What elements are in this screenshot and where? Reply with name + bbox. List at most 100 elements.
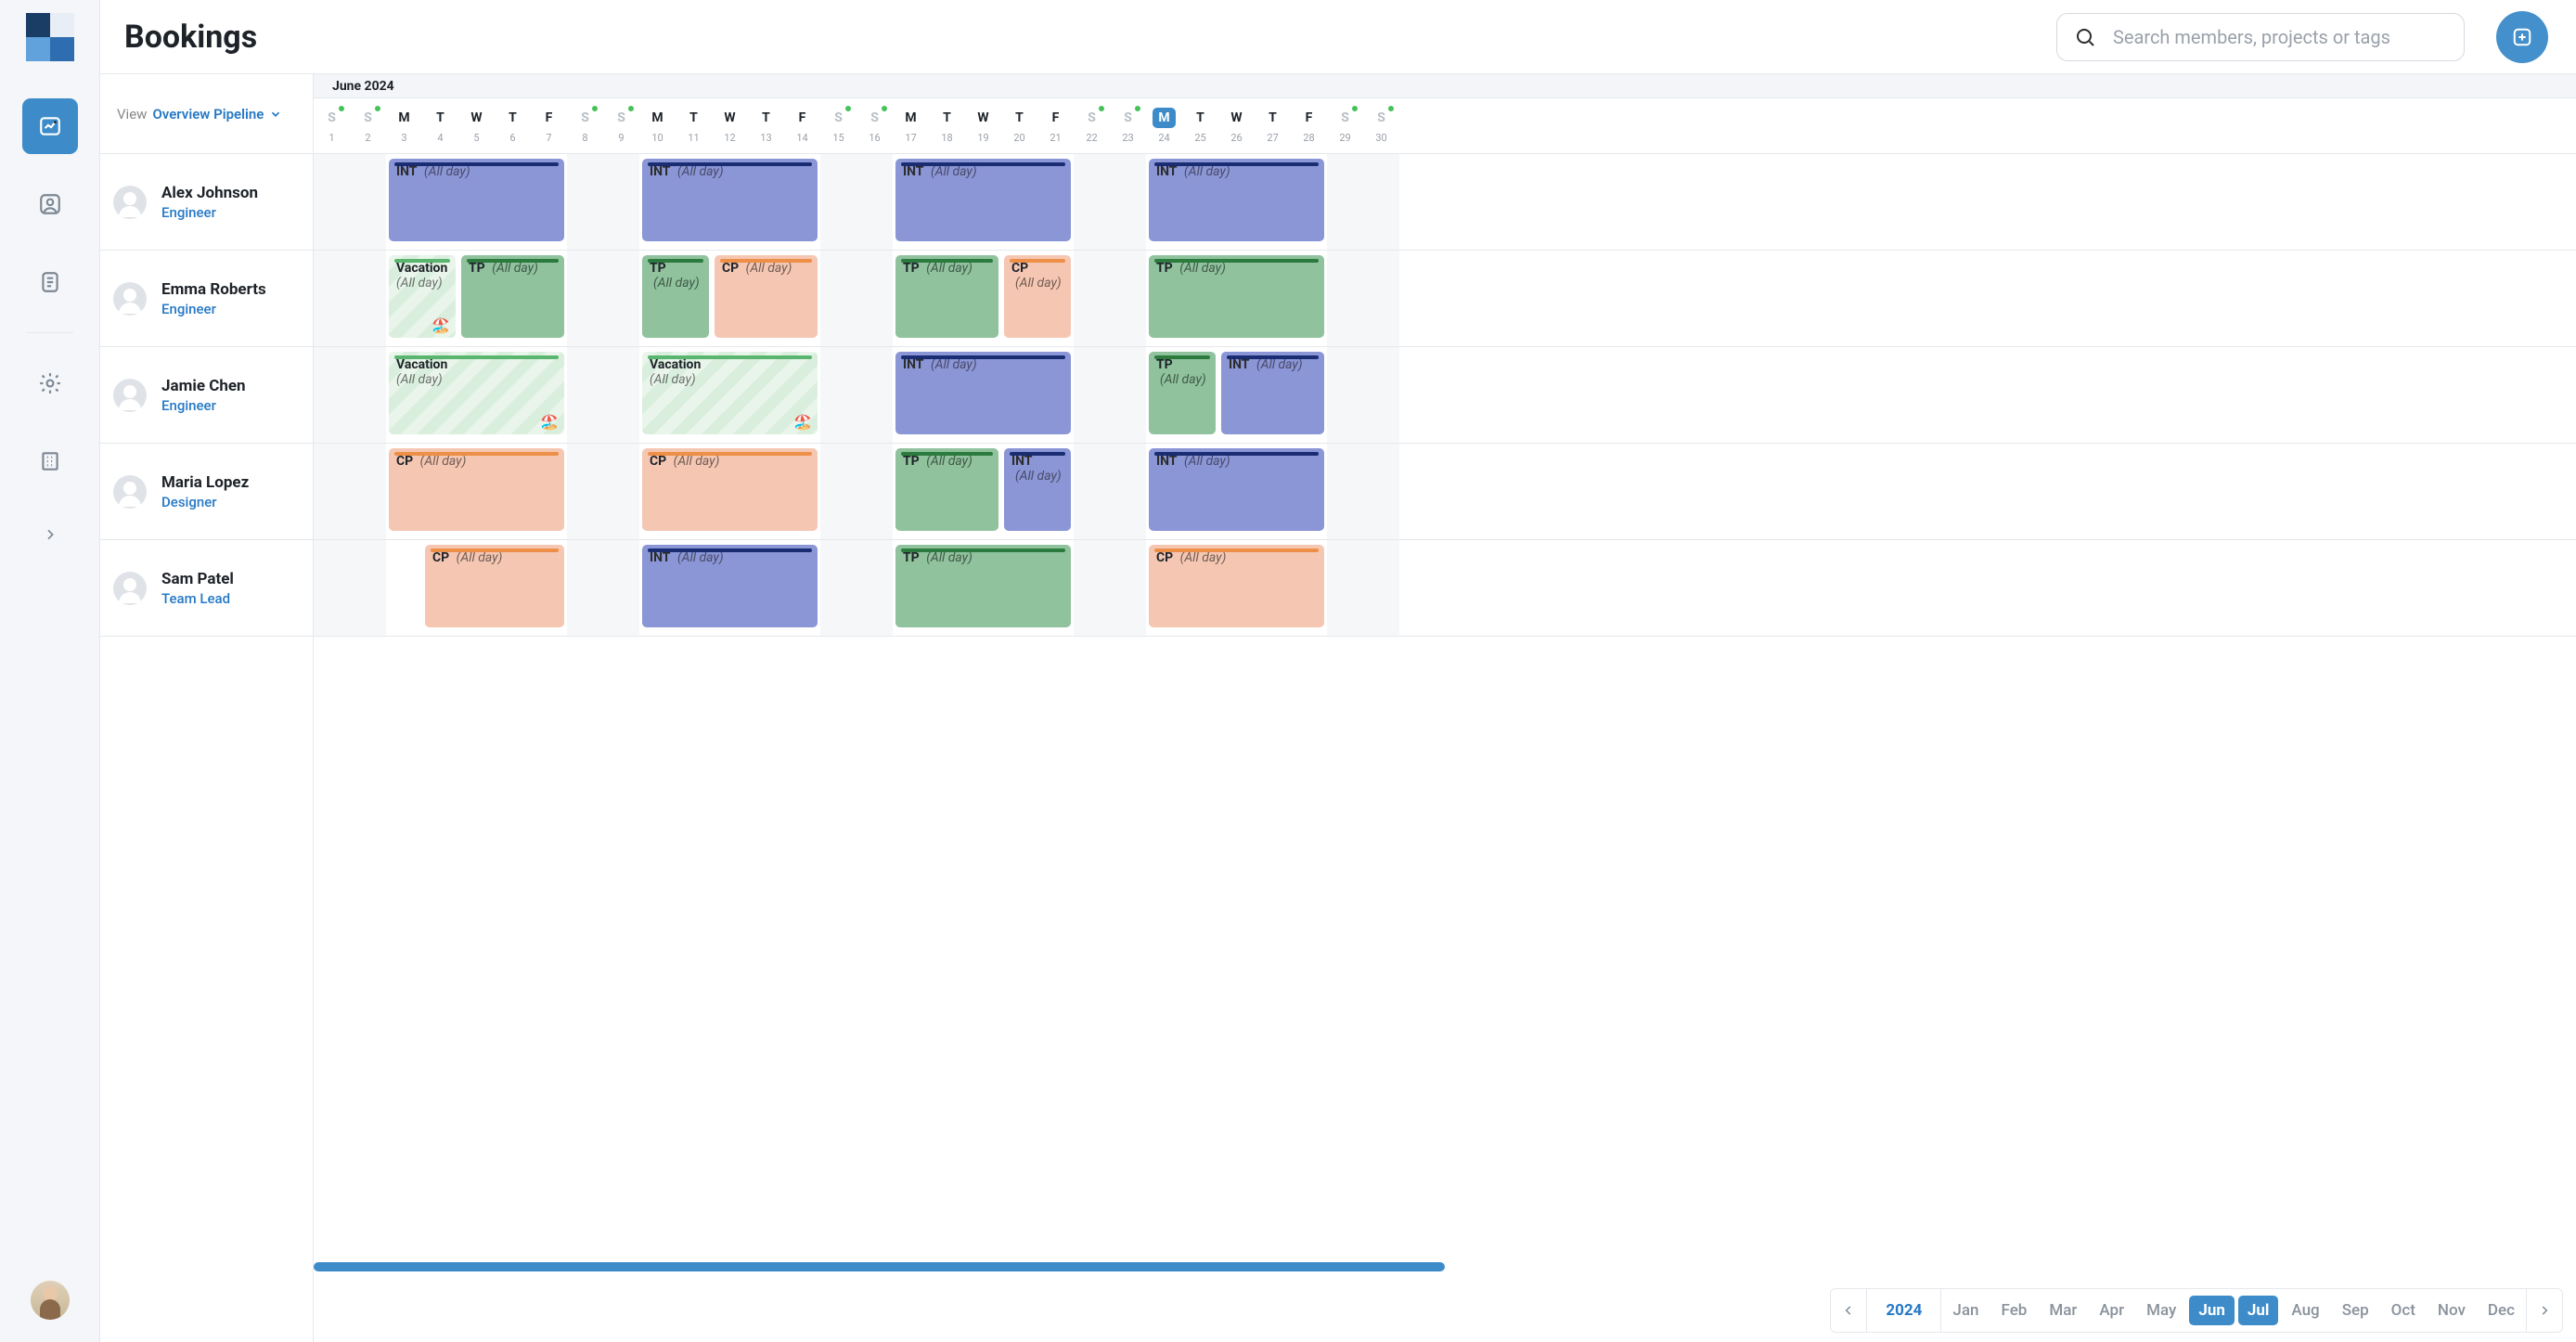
nav-people[interactable] bbox=[22, 176, 78, 232]
day-header-cell[interactable]: T6 bbox=[495, 98, 531, 153]
day-header-cell[interactable]: F21 bbox=[1037, 98, 1074, 153]
sidebar-expand[interactable] bbox=[22, 511, 78, 558]
day-header-cell[interactable]: F7 bbox=[531, 98, 567, 153]
add-button[interactable] bbox=[2496, 11, 2548, 63]
month-aug[interactable]: Aug bbox=[2282, 1296, 2328, 1325]
booking-code: INT bbox=[650, 550, 670, 565]
member-avatar bbox=[113, 572, 147, 605]
member-role: Engineer bbox=[161, 397, 246, 414]
month-mar[interactable]: Mar bbox=[2040, 1296, 2086, 1325]
booking-block[interactable]: CP (All day) bbox=[425, 545, 564, 627]
booking-duration: (All day) bbox=[926, 261, 972, 276]
day-header-cell[interactable]: M24 bbox=[1146, 98, 1182, 153]
day-header-cell[interactable]: S15 bbox=[820, 98, 857, 153]
day-header-cell[interactable]: S22 bbox=[1074, 98, 1110, 153]
day-header-cell[interactable]: M3 bbox=[386, 98, 422, 153]
month-jul[interactable]: Jul bbox=[2238, 1296, 2279, 1325]
booking-block[interactable]: TP (All day) bbox=[895, 255, 998, 338]
booking-block[interactable]: TP (All day) bbox=[895, 448, 998, 531]
booking-block[interactable]: TP(All day) bbox=[642, 255, 709, 338]
booking-block[interactable]: INT (All day) bbox=[642, 545, 818, 627]
day-header-cell[interactable]: S30 bbox=[1363, 98, 1399, 153]
search-icon bbox=[2074, 26, 2096, 48]
month-prev[interactable] bbox=[1831, 1289, 1867, 1332]
day-header-cell[interactable]: S29 bbox=[1327, 98, 1363, 153]
booking-block[interactable]: INT (All day) bbox=[895, 352, 1071, 434]
booking-block[interactable]: INT (All day) bbox=[389, 159, 564, 241]
member-row[interactable]: Alex Johnson Engineer bbox=[100, 154, 313, 251]
booking-duration: (All day) bbox=[746, 261, 792, 276]
day-header-cell[interactable]: T27 bbox=[1255, 98, 1291, 153]
booking-block[interactable]: CP(All day) bbox=[1004, 255, 1071, 338]
day-header-cell[interactable]: T25 bbox=[1182, 98, 1218, 153]
day-header-cell[interactable]: S8 bbox=[567, 98, 603, 153]
month-sep[interactable]: Sep bbox=[2333, 1296, 2378, 1325]
booking-block[interactable]: CP (All day) bbox=[715, 255, 818, 338]
day-header-cell[interactable]: T18 bbox=[929, 98, 965, 153]
year-label[interactable]: 2024 bbox=[1867, 1289, 1941, 1332]
booking-code: TP bbox=[903, 550, 920, 565]
booking-block[interactable]: INT (All day) bbox=[895, 159, 1071, 241]
booking-block[interactable]: INT (All day) bbox=[1149, 448, 1324, 531]
booking-block[interactable]: INT(All day) bbox=[1004, 448, 1071, 531]
month-nov[interactable]: Nov bbox=[2428, 1296, 2475, 1325]
day-header-cell[interactable]: T20 bbox=[1001, 98, 1037, 153]
member-role: Designer bbox=[161, 494, 249, 510]
nav-settings[interactable] bbox=[22, 355, 78, 411]
month-jun[interactable]: Jun bbox=[2189, 1296, 2235, 1325]
booking-block[interactable]: TP(All day) bbox=[1149, 352, 1216, 434]
booking-block[interactable]: CP (All day) bbox=[389, 448, 564, 531]
member-name: Emma Roberts bbox=[161, 280, 266, 299]
day-header-cell[interactable]: M17 bbox=[893, 98, 929, 153]
day-header-cell[interactable]: M10 bbox=[639, 98, 676, 153]
month-jan[interactable]: Jan bbox=[1943, 1296, 1988, 1325]
day-header-cell[interactable]: T13 bbox=[748, 98, 784, 153]
search-input[interactable] bbox=[2111, 25, 2447, 49]
booking-code: INT bbox=[1156, 454, 1177, 469]
member-row[interactable]: Maria Lopez Designer bbox=[100, 444, 313, 540]
current-user-avatar[interactable] bbox=[31, 1281, 70, 1320]
day-header-cell[interactable]: T4 bbox=[422, 98, 458, 153]
booking-block[interactable]: Vacation (All day)🏖️ bbox=[389, 352, 564, 434]
booking-block[interactable]: INT (All day) bbox=[1149, 159, 1324, 241]
day-header-cell[interactable]: W5 bbox=[458, 98, 495, 153]
booking-duration: (All day) bbox=[492, 261, 538, 276]
month-oct[interactable]: Oct bbox=[2382, 1296, 2425, 1325]
booking-block[interactable]: TP (All day) bbox=[895, 545, 1071, 627]
month-may[interactable]: May bbox=[2137, 1296, 2185, 1325]
month-dec[interactable]: Dec bbox=[2479, 1296, 2524, 1325]
day-header-cell[interactable]: W12 bbox=[712, 98, 748, 153]
booking-block[interactable]: INT (All day) bbox=[1221, 352, 1324, 434]
nav-org[interactable] bbox=[22, 433, 78, 489]
day-header-cell[interactable]: S2 bbox=[350, 98, 386, 153]
member-row[interactable]: Jamie Chen Engineer bbox=[100, 347, 313, 444]
booking-block[interactable]: Vacation (All day)🏖️ bbox=[642, 352, 818, 434]
booking-duration: (All day) bbox=[931, 357, 977, 372]
month-feb[interactable]: Feb bbox=[1992, 1296, 2037, 1325]
booking-block[interactable]: INT (All day) bbox=[642, 159, 818, 241]
vacation-icon: 🏖️ bbox=[540, 413, 559, 431]
member-row[interactable]: Sam Patel Team Lead bbox=[100, 540, 313, 637]
day-header-cell[interactable]: W19 bbox=[965, 98, 1001, 153]
booking-block[interactable]: Vacation(All day)🏖️ bbox=[389, 255, 456, 338]
day-header-cell[interactable]: T11 bbox=[676, 98, 712, 153]
day-header-cell[interactable]: S1 bbox=[314, 98, 350, 153]
search-box[interactable] bbox=[2056, 13, 2465, 61]
booking-block[interactable]: CP (All day) bbox=[642, 448, 818, 531]
month-next[interactable] bbox=[2527, 1289, 2562, 1332]
day-header-cell[interactable]: S23 bbox=[1110, 98, 1146, 153]
day-header-cell[interactable]: S16 bbox=[857, 98, 893, 153]
nav-bookings[interactable] bbox=[22, 98, 78, 154]
booking-block[interactable]: TP (All day) bbox=[1149, 255, 1324, 338]
day-header-cell[interactable]: F14 bbox=[784, 98, 820, 153]
view-selector[interactable]: View Overview Pipeline bbox=[100, 74, 313, 154]
booking-block[interactable]: CP (All day) bbox=[1149, 545, 1324, 627]
member-row[interactable]: Emma Roberts Engineer bbox=[100, 251, 313, 347]
day-header-cell[interactable]: F28 bbox=[1291, 98, 1327, 153]
month-apr[interactable]: Apr bbox=[2090, 1296, 2133, 1325]
day-header-cell[interactable]: S9 bbox=[603, 98, 639, 153]
nav-reports[interactable] bbox=[22, 254, 78, 310]
booking-block[interactable]: TP (All day) bbox=[461, 255, 564, 338]
day-header-cell[interactable]: W26 bbox=[1218, 98, 1255, 153]
booking-code: INT bbox=[1229, 357, 1249, 372]
